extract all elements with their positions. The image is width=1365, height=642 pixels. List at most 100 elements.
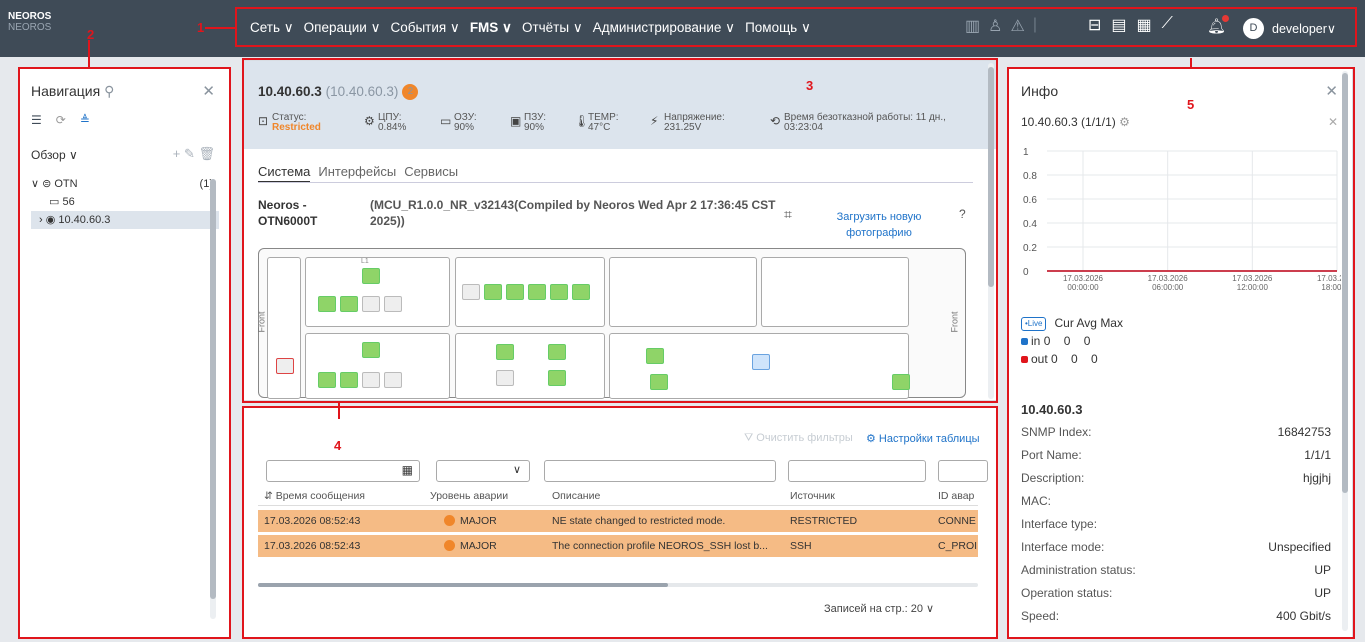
user-menu[interactable]: developer∨ — [1272, 21, 1336, 36]
port-c1b[interactable] — [318, 372, 336, 388]
table-hscrollbar[interactable] — [258, 583, 978, 587]
hscroll-thumb[interactable] — [258, 583, 668, 587]
port-l1b[interactable] — [362, 342, 380, 358]
table-settings-button[interactable]: ⚙ Настройки таблицы — [866, 432, 980, 445]
collapse-icon[interactable]: ≜ — [80, 113, 90, 127]
port-c2[interactable] — [340, 296, 358, 312]
port-c4b[interactable] — [384, 372, 402, 388]
port-c5[interactable] — [752, 354, 770, 370]
port-c20[interactable] — [892, 374, 910, 390]
view-select[interactable]: Обзор ∨ — [31, 148, 78, 162]
per-page-select[interactable]: 20 ∨ — [911, 603, 934, 615]
search-icon[interactable]: ⚲ — [104, 83, 114, 99]
clear-filters-label: Очистить фильтры — [756, 432, 853, 444]
port-c4[interactable] — [384, 296, 402, 312]
menu-fms[interactable]: FMS ∨ — [470, 20, 512, 36]
column-time[interactable]: ⇵ Время сообщения — [264, 490, 365, 502]
clear-filters-button[interactable]: ⛛ Очистить фильтры — [744, 432, 853, 445]
column-description[interactable]: Описание — [552, 490, 600, 502]
port-l2c[interactable] — [548, 344, 566, 360]
nav-scrollbar[interactable] — [210, 179, 216, 599]
annotation-number-4: 4 — [334, 438, 342, 453]
table-row[interactable]: 17.03.2026 08:52:43 MAJOR The connection… — [258, 535, 978, 557]
users-icon[interactable]: ♙ — [988, 16, 1002, 36]
port-b2[interactable] — [572, 284, 590, 300]
column-source[interactable]: Источник — [790, 490, 835, 502]
tree-icon[interactable]: ⊟ — [1088, 15, 1101, 35]
tab-system[interactable]: Система — [258, 164, 311, 183]
source-filter[interactable] — [788, 460, 926, 482]
slot-7[interactable] — [609, 333, 910, 399]
warning-icon[interactable]: ⚠ — [1010, 16, 1024, 36]
menu-help[interactable]: Помощь ∨ — [745, 20, 811, 36]
port-c2b[interactable] — [340, 372, 358, 388]
refresh-icon[interactable]: ⟳ — [56, 113, 66, 127]
slot-6[interactable] — [455, 333, 605, 399]
level-filter[interactable]: ∨ — [436, 460, 530, 482]
menu-events[interactable]: События ∨ — [390, 20, 459, 36]
menu-reports[interactable]: Отчёты ∨ — [522, 20, 583, 36]
port-l1c[interactable] — [496, 344, 514, 360]
device-scrollbar[interactable] — [988, 67, 994, 287]
camera-icon[interactable]: ⌗ — [784, 206, 792, 223]
slot-4[interactable] — [761, 257, 909, 327]
brand-logo[interactable]: NEOROS NEOROS — [8, 11, 51, 33]
delete-icon[interactable]: 🗑︎ — [198, 146, 215, 161]
avatar[interactable]: D — [1243, 18, 1264, 39]
port-sig2[interactable] — [528, 284, 546, 300]
port-b1[interactable] — [506, 284, 524, 300]
list-view-icon[interactable]: ☰ — [31, 113, 42, 127]
id-filter[interactable] — [938, 460, 988, 482]
port-c3b[interactable] — [362, 372, 380, 388]
port-sig1[interactable] — [462, 284, 480, 300]
slot-2[interactable] — [455, 257, 605, 327]
close-interface-icon[interactable]: ✕ — [1328, 115, 1338, 129]
live-badge[interactable]: •Live — [1021, 317, 1047, 331]
tab-interfaces[interactable]: Интерфейсы — [318, 164, 396, 183]
port-c3[interactable] — [362, 296, 380, 312]
tree-node-otn[interactable]: ∨ ⊜ OTN (1) — [31, 175, 219, 193]
port-c2c[interactable] — [548, 370, 566, 386]
menu-operations[interactable]: Операции ∨ — [304, 20, 381, 36]
list-icon[interactable]: ▤ — [1111, 15, 1126, 35]
column-level[interactable]: Уровень аварии — [430, 490, 508, 502]
port-na[interactable] — [496, 370, 514, 386]
table-row[interactable]: 17.03.2026 08:52:43 MAJOR NE state chang… — [258, 510, 978, 532]
menu-network[interactable]: Сеть ∨ — [250, 20, 294, 36]
menu-administration[interactable]: Администрирование ∨ — [593, 20, 735, 36]
tab-services[interactable]: Сервисы — [404, 164, 458, 183]
notifications-bell-icon[interactable]: 🔔︎ — [1207, 15, 1230, 35]
port-c1[interactable] — [318, 296, 336, 312]
upload-photo-link[interactable]: Загрузить новую фотографию — [834, 209, 924, 241]
port-mgmt[interactable] — [276, 358, 294, 374]
report-icon[interactable]: ▦ — [1137, 15, 1152, 35]
info-scrollbar[interactable] — [1342, 73, 1348, 493]
tree-node-device[interactable]: › ◉ 10.40.60.3 — [31, 211, 219, 229]
close-icon[interactable]: ✕ — [1325, 82, 1338, 100]
close-icon[interactable]: ✕ — [202, 82, 215, 100]
metric-value: Restricted — [272, 122, 321, 133]
y-tick-label: 0.2 — [1023, 243, 1037, 254]
port-l1[interactable] — [362, 268, 380, 284]
help-icon[interactable]: ? — [959, 207, 966, 221]
column-id[interactable]: ID авар — [938, 490, 974, 502]
port-l1d[interactable] — [646, 348, 664, 364]
date-filter[interactable]: ▦ — [266, 460, 420, 482]
legend-in[interactable]: in 0 0 0 — [1021, 332, 1123, 350]
slot-fan[interactable] — [267, 257, 301, 399]
slot-3[interactable] — [609, 257, 757, 327]
slot-5[interactable] — [305, 333, 450, 399]
devices-icon[interactable]: ▥ — [965, 16, 980, 36]
chart-icon[interactable]: ⟋ — [1162, 15, 1173, 35]
port-a2[interactable] — [550, 284, 568, 300]
alarm-count-badge[interactable]: 2 — [402, 84, 419, 100]
description-filter[interactable] — [544, 460, 776, 482]
port-c1d[interactable] — [650, 374, 668, 390]
port-a1[interactable] — [484, 284, 502, 300]
tree-node-56[interactable]: ▭ 56 — [31, 193, 219, 211]
legend-out[interactable]: out 0 0 0 — [1021, 350, 1123, 368]
add-icon[interactable]: + — [173, 146, 181, 161]
slot-1[interactable]: L1 — [305, 257, 450, 327]
edit-icon[interactable]: ✎ — [184, 146, 195, 161]
gear-icon[interactable]: ⚙ — [1119, 115, 1130, 129]
